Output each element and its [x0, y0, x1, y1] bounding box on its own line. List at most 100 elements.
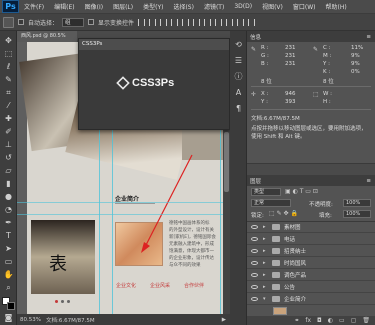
hand-tool-icon[interactable]: ✋ [3, 269, 14, 280]
layer-row[interactable]: ▸ 公告 [247, 282, 375, 293]
new-layer-icon[interactable]: ▢ [351, 316, 357, 325]
menu-view[interactable]: 视图(V) [257, 2, 288, 11]
align-center-icon[interactable] [182, 18, 190, 26]
path-select-tool-icon[interactable]: ➤ [3, 243, 14, 254]
crop-tool-icon[interactable]: ⌗ [3, 87, 14, 98]
quick-mask-icon[interactable]: ◙ [3, 312, 14, 323]
panel-menu-icon[interactable]: ≡ [366, 178, 371, 184]
distribute-top-icon[interactable] [204, 18, 212, 26]
visibility-eye-icon[interactable] [251, 237, 258, 241]
eyedropper-tool-icon[interactable]: ⁄ [3, 100, 14, 111]
pen-tool-icon[interactable]: ✒ [3, 217, 14, 228]
move-tool-preset-icon[interactable] [3, 16, 14, 28]
lock-icons[interactable]: ⬚ ✎ ✥ 🔒 [269, 210, 298, 217]
align-left-icon[interactable] [171, 18, 179, 26]
blur-tool-icon[interactable]: ● [3, 191, 14, 202]
menu-file[interactable]: 文件(F) [19, 2, 49, 11]
document-tab[interactable]: 西风.psd @ 80.5% [17, 31, 77, 42]
panel-menu-icon[interactable]: ≡ [366, 34, 371, 40]
adjustment-layer-icon[interactable]: ◐ [328, 316, 333, 325]
quick-select-tool-icon[interactable]: ✎ [3, 74, 14, 85]
paragraph-panel-icon[interactable]: ¶ [233, 103, 244, 114]
menu-edit[interactable]: 编辑(E) [49, 2, 79, 11]
layer-row[interactable]: ▸ 素材图 [247, 222, 375, 233]
expand-caret-icon[interactable]: ▸ [263, 236, 268, 242]
lasso-tool-icon[interactable]: ℓ [3, 61, 14, 72]
align-right-icon[interactable] [193, 18, 201, 26]
guide-horizontal[interactable] [17, 202, 230, 203]
shape-tool-icon[interactable]: ▭ [3, 256, 14, 267]
expand-caret-icon[interactable]: ▸ [263, 260, 268, 266]
css3ps-panel-title[interactable]: CSS3Ps [79, 39, 229, 50]
distribute-middle-icon[interactable] [215, 18, 223, 26]
guide-horizontal[interactable] [17, 214, 230, 215]
pager-dot[interactable] [67, 300, 70, 303]
brush-tool-icon[interactable]: ✐ [3, 126, 14, 137]
add-mask-icon[interactable]: ◘ [317, 316, 322, 325]
pager-dot[interactable] [55, 300, 58, 303]
expand-caret-icon[interactable]: ▸ [263, 272, 268, 278]
filter-icons[interactable]: ▣ ◐ T ▭ ⊡ [285, 188, 318, 195]
auto-select-dropdown[interactable]: 组 [62, 17, 85, 27]
link-culture[interactable]: 企业文化 [116, 282, 136, 289]
layer-row[interactable]: ▸ 时尚国风 [247, 258, 375, 269]
expand-caret-icon[interactable]: ▸ [263, 284, 268, 290]
auto-select-checkbox[interactable] [18, 19, 24, 25]
distribute-left-icon[interactable] [237, 18, 245, 26]
menu-help[interactable]: 帮助(H) [321, 2, 352, 11]
menu-image[interactable]: 图像(I) [80, 2, 108, 11]
show-transform-checkbox[interactable] [88, 19, 95, 25]
eraser-tool-icon[interactable]: ▱ [3, 165, 14, 176]
character-panel-icon[interactable]: A [233, 87, 244, 98]
layer-row[interactable]: ▸ 调色产品 [247, 270, 375, 281]
status-arrow-icon[interactable]: ▶ [222, 317, 226, 323]
zoom-tool-icon[interactable]: ⌕ [3, 282, 14, 293]
visibility-eye-icon[interactable] [251, 273, 258, 277]
marquee-tool-icon[interactable]: ⬚ [3, 48, 14, 59]
new-group-icon[interactable]: ▭ [339, 316, 345, 325]
tab-layers[interactable]: 图层 [250, 177, 261, 185]
visibility-eye-icon[interactable] [251, 261, 258, 265]
menu-layer[interactable]: 图层(L) [108, 2, 138, 11]
link-style[interactable]: 企业风采 [150, 282, 170, 289]
dodge-tool-icon[interactable]: ◔ [3, 204, 14, 215]
visibility-eye-icon[interactable] [251, 297, 258, 301]
align-middle-icon[interactable] [149, 18, 157, 26]
background-color-swatch[interactable] [7, 302, 15, 310]
type-tool-icon[interactable]: T [3, 230, 14, 241]
history-panel-icon[interactable]: ⟲ [233, 39, 244, 50]
layer-row[interactable]: ▸ 招贤纳士 [247, 246, 375, 257]
link-partner[interactable]: 合作伙伴 [184, 282, 204, 289]
healing-brush-tool-icon[interactable]: ✚ [3, 113, 14, 124]
layer-style-icon[interactable]: fx [305, 316, 311, 325]
layer-row[interactable]: ▾ 企业简介 [247, 294, 375, 305]
visibility-eye-icon[interactable] [251, 225, 258, 229]
css3ps-logo[interactable]: CSS3Ps [116, 76, 174, 90]
distribute-bottom-icon[interactable] [226, 18, 234, 26]
distribute-center-icon[interactable] [248, 18, 256, 26]
gradient-tool-icon[interactable]: ▮ [3, 178, 14, 189]
history-brush-tool-icon[interactable]: ↺ [3, 152, 14, 163]
zoom-level[interactable]: 80.53% [20, 317, 41, 323]
visibility-eye-icon[interactable] [251, 285, 258, 289]
menu-select[interactable]: 选择(S) [168, 2, 199, 11]
pager-dot[interactable] [61, 300, 64, 303]
properties-panel-icon[interactable]: ☰ [233, 55, 244, 66]
menu-filter[interactable]: 滤镜(T) [199, 2, 229, 11]
link-layers-icon[interactable]: ⚭ [294, 316, 299, 325]
expand-caret-icon[interactable]: ▸ [263, 224, 268, 230]
move-tool-icon[interactable]: ✥ [3, 35, 14, 46]
expand-caret-icon[interactable]: ▸ [263, 248, 268, 254]
fill-input[interactable]: 100% [343, 210, 371, 218]
menu-window[interactable]: 窗口(W) [288, 2, 321, 11]
layer-filter-kind[interactable]: 类型 [251, 188, 281, 196]
info-panel-icon[interactable]: ⓘ [233, 71, 244, 82]
expand-caret-icon[interactable]: ▾ [263, 296, 268, 302]
scrollbar-thumb[interactable] [224, 132, 229, 192]
tab-info[interactable]: 信息 [250, 33, 261, 41]
menu-type[interactable]: 类型(Y) [138, 2, 168, 11]
align-top-icon[interactable] [138, 18, 146, 26]
blend-mode-select[interactable]: 正常 [251, 199, 291, 207]
delete-layer-icon[interactable]: 🗑 [362, 316, 370, 325]
visibility-eye-icon[interactable] [251, 249, 258, 253]
